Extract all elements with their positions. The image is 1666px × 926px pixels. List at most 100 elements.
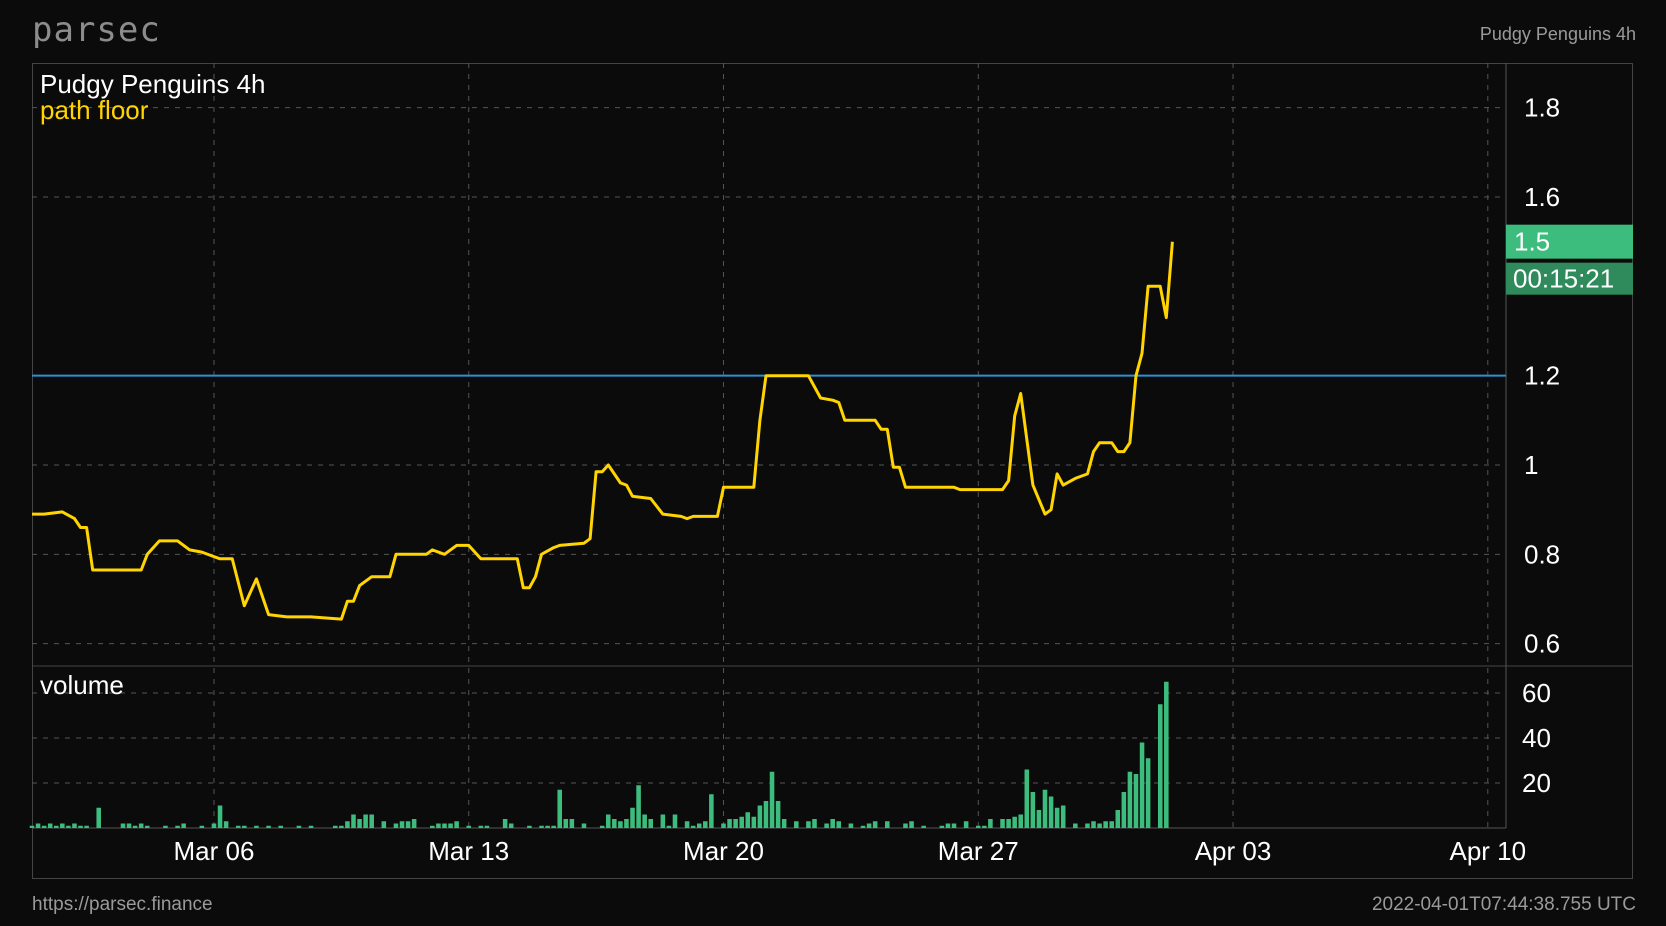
volume-bar: [848, 823, 854, 828]
volume-bar: [872, 821, 878, 828]
volume-bar: [235, 825, 241, 828]
volume-bar: [1060, 805, 1066, 828]
volume-bar: [47, 823, 53, 828]
volume-bar: [1145, 758, 1151, 828]
volume-bar: [988, 819, 993, 828]
volume-bar: [806, 821, 811, 828]
volume-bar: [29, 825, 35, 828]
volume-bar: [345, 821, 350, 828]
volume-bar: [885, 821, 890, 828]
volume-bar: [1085, 823, 1090, 828]
volume-bar: [393, 823, 399, 828]
volume-bar: [175, 825, 180, 828]
series-label-path-floor: path floor: [40, 95, 149, 125]
volume-bar: [223, 821, 229, 828]
volume-bar: [66, 825, 71, 828]
volume-bar: [53, 825, 59, 828]
volume-bar: [405, 821, 411, 828]
volume-bar: [612, 819, 617, 828]
volume-bar: [921, 825, 926, 828]
volume-bar: [1127, 771, 1133, 828]
volume-bar: [1030, 792, 1036, 828]
volume-bar: [703, 821, 708, 828]
volume-bar: [630, 807, 635, 828]
volume-bar: [339, 825, 344, 828]
y-tick-label: 1.2: [1524, 361, 1560, 391]
y-tick-label: 0.6: [1524, 629, 1560, 659]
volume-bar: [84, 825, 89, 828]
volume-bar: [739, 816, 744, 828]
volume-bar: [648, 819, 653, 828]
x-tick-label: Mar 13: [428, 836, 509, 866]
volume-bar: [430, 825, 435, 828]
volume-bar: [436, 823, 441, 828]
volume-bar: [132, 825, 138, 828]
volume-bar: [454, 821, 459, 828]
volume-bar: [836, 821, 842, 828]
volume-bar: [1073, 823, 1078, 828]
volume-bar: [975, 825, 981, 828]
volume-bar: [478, 825, 484, 828]
floor-price-line: [32, 241, 1174, 621]
volume-bar: [557, 789, 563, 828]
volume-bar: [144, 825, 150, 828]
volume-bar: [618, 821, 623, 828]
volume-bar: [363, 814, 368, 828]
volume-bar: [757, 805, 763, 828]
volume-tick-label: 60: [1522, 678, 1551, 708]
volume-axis-ticks: 20 40 60: [1522, 678, 1551, 798]
volume-bar: [1097, 823, 1102, 828]
volume-bar: [181, 823, 186, 828]
volume-bar: [624, 819, 629, 828]
volume-bar: [1018, 814, 1024, 828]
volume-bar: [551, 825, 556, 828]
volume-bar: [1006, 819, 1011, 828]
volume-bar: [333, 825, 338, 828]
x-axis-ticks: Mar 06 Mar 13 Mar 20 Mar 27 Apr 03 Apr 10: [174, 836, 1527, 866]
volume-bar: [909, 821, 914, 828]
volume-bar: [217, 805, 223, 828]
volume-bar: [266, 825, 271, 828]
volume-bar: [1164, 681, 1169, 828]
chart-svg: 0.60.811.21.61.8 204060 Mar 06 Mar 13 Mar …: [29, 63, 1633, 866]
volume-bar: [721, 823, 726, 828]
volume-bar: [569, 819, 575, 828]
y-tick-label: 1.6: [1524, 182, 1560, 212]
volume-label: volume: [40, 670, 124, 700]
volume-bar: [381, 821, 387, 828]
volume-bar: [1012, 816, 1017, 828]
volume-bar: [812, 819, 817, 828]
volume-bar: [636, 785, 641, 828]
volume-bar: [727, 819, 732, 828]
volume-bar: [666, 825, 672, 828]
volume-bar: [951, 823, 957, 828]
footer-timestamp: 2022-04-01T07:44:38.755 UTC: [1371, 894, 1636, 915]
x-tick-label: Apr 03: [1195, 836, 1272, 866]
volume-bar: [763, 801, 769, 828]
volume-bar: [1024, 769, 1030, 828]
volume-tick-label: 40: [1522, 723, 1551, 753]
volume-bar: [866, 823, 872, 828]
volume-bar: [769, 771, 775, 828]
volume-bar: [502, 819, 508, 828]
volume-bar: [41, 825, 47, 828]
volume-bar: [1115, 810, 1121, 828]
volume-bar: [126, 823, 132, 828]
volume-bar: [903, 823, 908, 828]
volume-bar: [1048, 796, 1054, 828]
volume-bar: [781, 819, 787, 828]
footer-url[interactable]: https://parsec.finance: [32, 894, 213, 916]
volume-bar: [860, 825, 866, 828]
volume-bar: [696, 823, 702, 828]
volume-bar: [684, 821, 690, 828]
last-value-text: 1.5: [1514, 227, 1550, 257]
volume-bar: [745, 812, 751, 828]
y-tick-label: 1.8: [1524, 93, 1560, 123]
volume-bar: [508, 823, 514, 828]
x-tick-label: Mar 27: [938, 836, 1019, 866]
volume-bar: [138, 823, 144, 828]
grid-layer: [32, 63, 1506, 829]
volume-bar: [254, 825, 259, 828]
volume-bar: [211, 823, 217, 828]
volume-bar: [545, 825, 550, 828]
